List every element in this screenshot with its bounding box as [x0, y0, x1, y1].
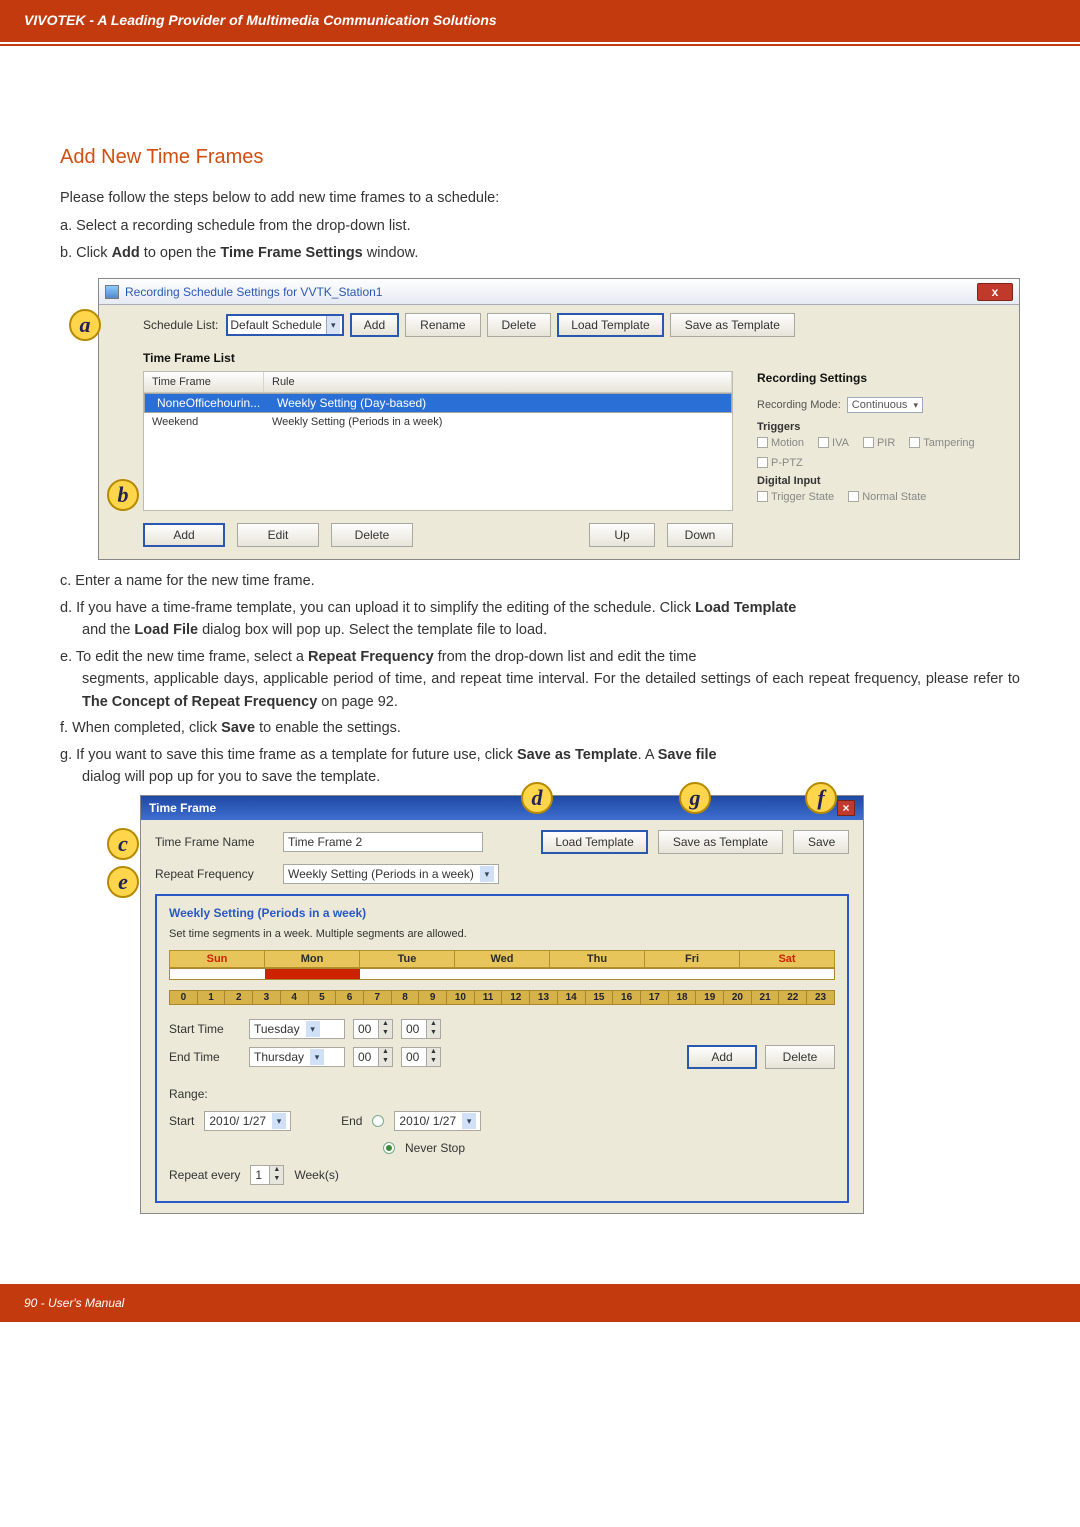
- tf-down-button[interactable]: Down: [667, 523, 733, 547]
- start-day-select[interactable]: Tuesday▾: [249, 1019, 345, 1039]
- checkbox[interactable]: [757, 437, 768, 448]
- range-label: Range:: [169, 1087, 835, 1101]
- end-time-label: End Time: [169, 1050, 241, 1064]
- step-f: f. When completed, click Save to enable …: [60, 717, 1020, 739]
- digital-input-label: Digital Input: [757, 475, 1005, 487]
- chevron-down-icon: ▾: [326, 316, 340, 334]
- checkbox[interactable]: [757, 457, 768, 468]
- window-title: Recording Schedule Settings for VVTK_Sta…: [125, 285, 977, 299]
- hour-scale: 01234567891011121314151617181920212223: [169, 990, 835, 1005]
- panel-desc: Set time segments in a week. Multiple se…: [169, 928, 835, 940]
- callout-a: a: [69, 309, 101, 341]
- col-time-frame: Time Frame: [144, 372, 264, 392]
- segment-delete-button[interactable]: Delete: [765, 1045, 835, 1069]
- load-template-button[interactable]: Load Template: [541, 830, 648, 854]
- panel-title: Weekly Setting (Periods in a week): [169, 906, 835, 920]
- callout-f: f: [805, 782, 837, 814]
- col-rule: Rule: [264, 372, 732, 392]
- tf-edit-button[interactable]: Edit: [237, 523, 319, 547]
- table-row[interactable]: NoneOfficehourin...Weekly Setting (Day-b…: [144, 393, 732, 413]
- step-e: e. To edit the new time frame, select a …: [60, 646, 1020, 713]
- schedule-list-dropdown[interactable]: Default Schedule▾: [226, 314, 343, 336]
- range-end-date[interactable]: 2010/ 1/27▾: [394, 1111, 481, 1131]
- repeat-unit: Week(s): [294, 1168, 338, 1182]
- delete-button[interactable]: Delete: [487, 313, 552, 337]
- start-min-spinner[interactable]: 00▲▼: [401, 1019, 441, 1039]
- add-button[interactable]: Add: [350, 313, 399, 337]
- repeat-frequency-dropdown[interactable]: Weekly Setting (Periods in a week)▾: [283, 864, 499, 884]
- schedule-list-label: Schedule List:: [143, 318, 218, 332]
- callout-g: g: [679, 782, 711, 814]
- screenshot-time-frame: c e d g f Time Frame × Time Frame Name T…: [140, 795, 864, 1214]
- rename-button[interactable]: Rename: [405, 313, 480, 337]
- end-day-select[interactable]: Thursday▾: [249, 1047, 345, 1067]
- checkbox[interactable]: [909, 437, 920, 448]
- doc-header: VIVOTEK - A Leading Provider of Multimed…: [0, 0, 1080, 42]
- recording-mode-dropdown[interactable]: Continuous▾: [847, 397, 923, 413]
- time-frame-name-label: Time Frame Name: [155, 835, 273, 849]
- never-stop-label: Never Stop: [405, 1141, 465, 1155]
- header-rule: [0, 44, 1080, 46]
- close-icon[interactable]: ×: [837, 800, 855, 816]
- start-time-label: Start Time: [169, 1022, 241, 1036]
- time-frame-name-input[interactable]: Time Frame 2: [283, 832, 483, 852]
- section-title: Add New Time Frames: [60, 146, 1020, 169]
- dialog-title: Time Frame ×: [141, 796, 863, 820]
- day-headers: Sun Mon Tue Wed Thu Fri Sat: [169, 950, 835, 968]
- end-min-spinner[interactable]: 00▲▼: [401, 1047, 441, 1067]
- time-frame-list-label: Time Frame List: [143, 351, 1005, 365]
- triggers-label: Triggers: [757, 421, 1005, 433]
- screenshot-schedule-settings: a b Recording Schedule Settings for VVTK…: [98, 278, 1020, 560]
- checkbox[interactable]: [863, 437, 874, 448]
- save-as-template-button[interactable]: Save as Template: [670, 313, 795, 337]
- range-end-label: End: [341, 1114, 362, 1128]
- callout-d: d: [521, 782, 553, 814]
- week-bar[interactable]: [169, 968, 835, 980]
- step-b: b. Click Add to open the Time Frame Sett…: [60, 242, 1020, 264]
- tf-delete-button[interactable]: Delete: [331, 523, 413, 547]
- recording-settings-title: Recording Settings: [757, 371, 1005, 385]
- range-start-date[interactable]: 2010/ 1/27▾: [204, 1111, 291, 1131]
- step-d: d. If you have a time-frame template, yo…: [60, 597, 1020, 642]
- segment-add-button[interactable]: Add: [687, 1045, 757, 1069]
- start-hour-spinner[interactable]: 00▲▼: [353, 1019, 393, 1039]
- step-c: c. Enter a name for the new time frame.: [60, 570, 1020, 592]
- close-button[interactable]: x: [977, 283, 1013, 301]
- weekly-panel: Weekly Setting (Periods in a week) Set t…: [155, 894, 849, 1203]
- never-stop-radio[interactable]: [383, 1142, 395, 1154]
- end-hour-spinner[interactable]: 00▲▼: [353, 1047, 393, 1067]
- callout-c: c: [107, 828, 139, 860]
- checkbox[interactable]: [818, 437, 829, 448]
- checkbox[interactable]: [848, 491, 859, 502]
- intro: Please follow the steps below to add new…: [60, 187, 1020, 209]
- save-button[interactable]: Save: [793, 830, 849, 854]
- repeat-count-spinner[interactable]: 1▲▼: [250, 1165, 284, 1185]
- step-a: a. Select a recording schedule from the …: [60, 215, 1020, 237]
- page-footer: 90 - User's Manual: [0, 1284, 1080, 1322]
- tf-up-button[interactable]: Up: [589, 523, 655, 547]
- window-titlebar: Recording Schedule Settings for VVTK_Sta…: [99, 279, 1019, 305]
- repeat-every-label: Repeat every: [169, 1168, 240, 1182]
- end-date-radio[interactable]: [372, 1115, 384, 1127]
- checkbox[interactable]: [757, 491, 768, 502]
- app-icon: [105, 285, 119, 299]
- tf-add-button[interactable]: Add: [143, 523, 225, 547]
- callout-e: e: [107, 866, 139, 898]
- load-template-button[interactable]: Load Template: [557, 313, 664, 337]
- chevron-down-icon: ▾: [480, 866, 494, 882]
- table-row[interactable]: WeekendWeekly Setting (Periods in a week…: [144, 413, 732, 431]
- recording-mode-label: Recording Mode:: [757, 399, 841, 411]
- schedule-toolbar: Schedule List: Default Schedule▾ Add Ren…: [99, 305, 1019, 345]
- time-frame-table[interactable]: Time Frame Rule NoneOfficehourin...Weekl…: [143, 371, 733, 511]
- save-as-template-button[interactable]: Save as Template: [658, 830, 783, 854]
- range-start-label: Start: [169, 1114, 194, 1128]
- repeat-frequency-label: Repeat Frequency: [155, 867, 273, 881]
